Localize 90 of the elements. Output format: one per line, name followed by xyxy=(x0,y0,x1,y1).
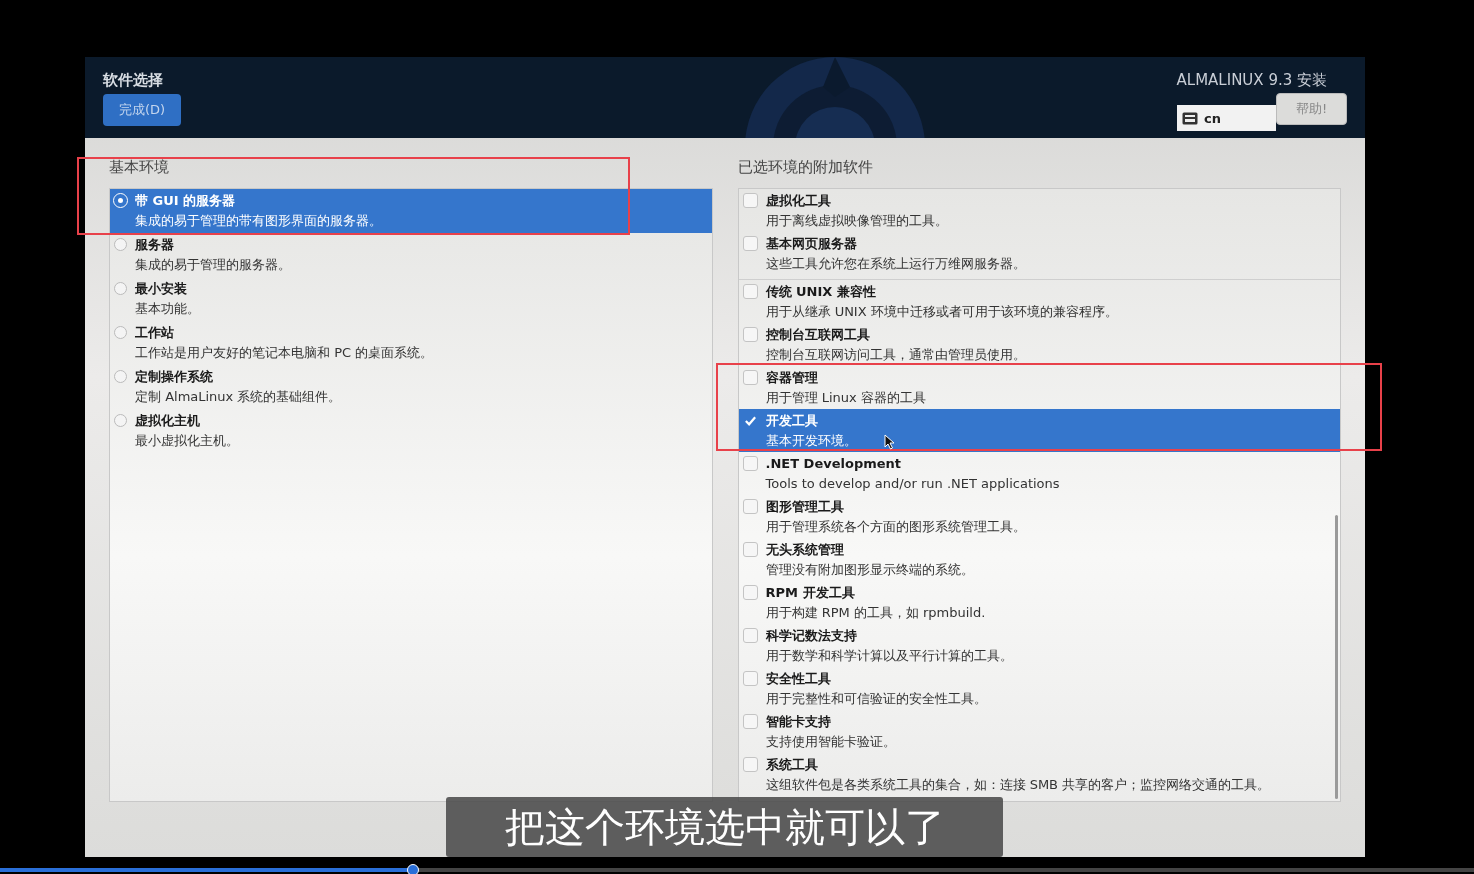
environment-option[interactable]: 工作站 工作站是用户友好的笔记本电脑和 PC 的桌面系统。 xyxy=(110,321,712,365)
addon-option[interactable]: .NET Development Tools to develop and/or run .NET applications xyxy=(738,452,1340,495)
addon-option[interactable]: 安全性工具 用于完整性和可信验证的安全性工具。 xyxy=(738,667,1340,710)
option-description: 基本功能。 xyxy=(135,300,200,318)
addon-option[interactable]: 无头系统管理 管理没有附加图形显示终端的系统。 xyxy=(738,538,1340,581)
option-name: 无头系统管理 xyxy=(765,541,845,559)
option-description: 最小虚拟化主机。 xyxy=(135,432,239,450)
option-description: 用于完整性和可信验证的安全性工具。 xyxy=(765,690,987,708)
option-description: 集成的易于管理的服务器。 xyxy=(135,256,291,274)
environment-option[interactable]: 定制操作系统 定制 AlmaLinux 系统的基础组件。 xyxy=(110,365,712,409)
option-description: 支持使用智能卡验证。 xyxy=(765,733,896,751)
done-button[interactable]: 完成(D) xyxy=(103,94,181,126)
option-name: 容器管理 xyxy=(765,369,819,387)
addon-option[interactable]: 容器管理 用于管理 Linux 容器的工具 xyxy=(738,366,1340,409)
environment-option[interactable]: 带 GUI 的服务器 集成的易于管理的带有图形界面的服务器。 xyxy=(110,189,712,233)
section-heading: 基本环境 xyxy=(109,158,170,178)
radio-button[interactable] xyxy=(114,326,127,339)
addon-option[interactable]: 控制台互联网工具 控制台互联网访问工具，通常由管理员使用。 xyxy=(738,323,1340,366)
option-name: 带 GUI 的服务器 xyxy=(135,192,237,210)
radio-button[interactable] xyxy=(114,414,127,427)
checkbox[interactable] xyxy=(742,499,758,514)
option-name: 最小安装 xyxy=(135,280,188,298)
radio-button[interactable] xyxy=(114,238,127,251)
checkbox[interactable] xyxy=(742,628,758,643)
option-description: 这些工具允许您在系统上运行万维网服务器。 xyxy=(765,255,1026,273)
video-subtitle: 把这个环境选中就可以了 xyxy=(446,797,1003,857)
addon-option[interactable]: 虚拟化工具 用于离线虚拟映像管理的工具。 xyxy=(738,189,1340,232)
checkbox[interactable] xyxy=(742,714,758,729)
option-name: 智能卡支持 xyxy=(765,713,832,731)
screen-title: 软件选择 xyxy=(103,71,164,91)
addon-option[interactable]: 基本网页服务器 这些工具允许您在系统上运行万维网服务器。 xyxy=(738,232,1340,275)
option-description: 集成的易于管理的带有图形界面的服务器。 xyxy=(135,212,382,230)
addon-option[interactable]: 图形管理工具 用于管理系统各个方面的图形系统管理工具。 xyxy=(738,495,1340,538)
checkbox[interactable] xyxy=(742,542,758,557)
progress-handle[interactable] xyxy=(406,864,419,874)
scrollbar[interactable] xyxy=(1335,515,1338,799)
checkbox[interactable] xyxy=(742,671,758,686)
option-name: 虚拟化主机 xyxy=(135,412,201,430)
option-name: 基本网页服务器 xyxy=(765,235,858,253)
option-description: 用于管理系统各个方面的图形系统管理工具。 xyxy=(765,518,1026,536)
option-description: Tools to develop and/or run .NET applications xyxy=(765,475,1060,493)
option-description: 用于管理 Linux 容器的工具 xyxy=(765,389,926,407)
checkbox[interactable] xyxy=(742,327,758,342)
option-name: .NET Development xyxy=(765,455,903,473)
radio-button[interactable] xyxy=(114,370,127,383)
option-name: 安全性工具 xyxy=(765,670,832,688)
option-name: 传统 UNIX 兼容性 xyxy=(765,283,877,301)
option-description: 用于离线虚拟映像管理的工具。 xyxy=(765,212,948,230)
option-name: 服务器 xyxy=(135,236,175,254)
option-description: 基本开发环境。 xyxy=(765,432,857,450)
option-description: 用于构建 RPM 的工具，如 rpmbuild. xyxy=(765,604,986,622)
addon-option[interactable]: 传统 UNIX 兼容性 用于从继承 UNIX 环境中迁移或者可用于该环境的兼容程序。 xyxy=(738,279,1340,323)
radio-button[interactable] xyxy=(114,282,127,295)
addon-option[interactable]: 系统工具 这组软件包是各类系统工具的集合，如：连接 SMB 共享的客户；监控网络交通的工具。 xyxy=(738,753,1340,796)
checkbox[interactable] xyxy=(742,456,758,471)
checkbox[interactable] xyxy=(742,757,758,772)
option-description: 用于从继承 UNIX 环境中迁移或者可用于该环境的兼容程序。 xyxy=(765,303,1118,321)
option-description: 管理没有附加图形显示终端的系统。 xyxy=(765,561,974,579)
environment-option[interactable]: 虚拟化主机 最小虚拟化主机。 xyxy=(110,409,712,453)
addon-option[interactable]: 科学记数法支持 用于数学和科学计算以及平行计算的工具。 xyxy=(738,624,1340,667)
radio-button[interactable] xyxy=(114,194,127,207)
keyboard-icon xyxy=(1182,111,1198,125)
keyboard-layout-field[interactable]: cn xyxy=(1177,105,1276,131)
option-description: 控制台互联网访问工具，通常由管理员使用。 xyxy=(765,346,1026,364)
option-description: 工作站是用户友好的笔记本电脑和 PC 的桌面系统。 xyxy=(135,344,434,362)
addon-option[interactable]: RPM 开发工具 用于构建 RPM 的工具，如 rpmbuild. xyxy=(738,581,1340,624)
environment-option[interactable]: 最小安装 基本功能。 xyxy=(110,277,712,321)
option-description: 用于数学和科学计算以及平行计算的工具。 xyxy=(765,647,1013,665)
option-description: 定制 AlmaLinux 系统的基础组件。 xyxy=(135,388,342,406)
checkbox[interactable] xyxy=(742,193,758,208)
option-name: 图形管理工具 xyxy=(765,498,845,516)
checkbox[interactable] xyxy=(742,585,758,600)
option-name: 控制台互联网工具 xyxy=(765,326,871,344)
checkbox[interactable] xyxy=(742,370,758,385)
product-title: ALMALINUX 9.3 安装 xyxy=(1176,71,1327,91)
option-name: 开发工具 xyxy=(765,412,819,430)
option-name: 定制操作系统 xyxy=(135,368,214,386)
environment-option[interactable]: 服务器 集成的易于管理的服务器。 xyxy=(110,233,712,277)
addon-option[interactable]: 开发工具 基本开发环境。 xyxy=(738,409,1340,452)
option-name: RPM 开发工具 xyxy=(765,584,856,602)
checkbox[interactable] xyxy=(742,284,758,299)
option-name: 工作站 xyxy=(135,324,175,342)
mouse-cursor-icon xyxy=(884,434,896,450)
option-name: 虚拟化工具 xyxy=(765,192,832,210)
section-heading: 已选环境的附加软件 xyxy=(737,158,874,178)
option-name: 系统工具 xyxy=(765,756,819,774)
addon-option[interactable]: 智能卡支持 支持使用智能卡验证。 xyxy=(738,710,1340,753)
option-description: 这组软件包是各类系统工具的集合，如：连接 SMB 共享的客户；监控网络交通的工具。 xyxy=(765,776,1271,794)
option-name: 科学记数法支持 xyxy=(765,627,858,645)
checkbox[interactable] xyxy=(742,236,758,251)
